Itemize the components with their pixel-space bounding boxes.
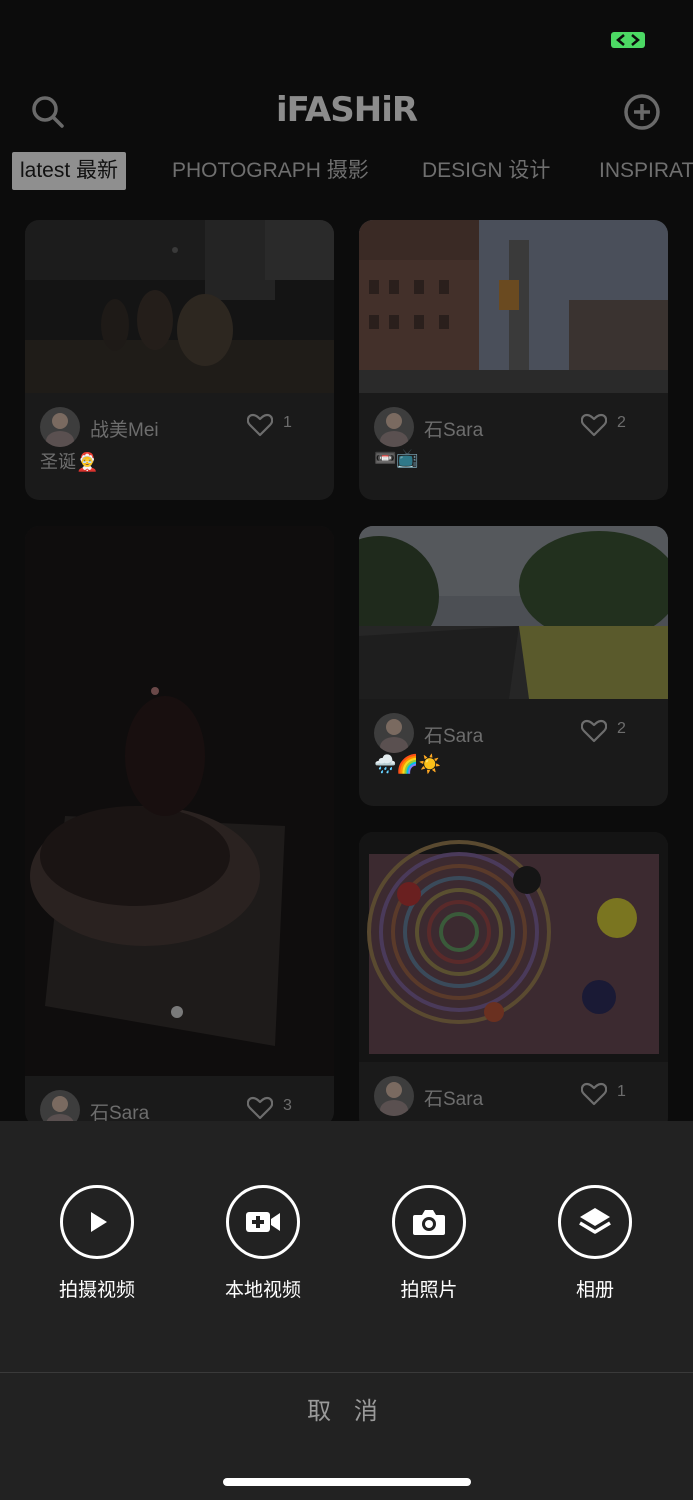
post-caption: 📼📺 (374, 448, 419, 468)
layers-icon (579, 1208, 611, 1234)
like-count: 1 (283, 414, 292, 431)
like-count: 2 (617, 414, 626, 431)
post-photo (359, 220, 668, 393)
post-photo (359, 526, 668, 699)
app-root: iFASHiR latest 最新 PHOTOGRAPH 摄影 DESIGN 设… (0, 0, 693, 1500)
home-indicator[interactable] (223, 1478, 471, 1486)
like-count: 1 (617, 1083, 626, 1100)
plus-circle-icon (624, 94, 660, 130)
feed-card[interactable]: 石Sara 1 (359, 832, 668, 1132)
heart-icon[interactable] (581, 1082, 607, 1106)
like-count: 3 (283, 1097, 292, 1114)
action-label: 本地视频 (224, 1280, 301, 1301)
action-icon-circle (392, 1185, 466, 1259)
post-photo (25, 220, 334, 393)
post-photo (359, 832, 668, 1062)
action-sheet: 拍摄视频 本地视频 拍照片 相册 取 消 (0, 1121, 693, 1500)
add-post-button[interactable] (622, 92, 662, 132)
tab-design[interactable]: DESIGN 设计 (422, 152, 550, 190)
author-name[interactable]: 石Sara (424, 721, 483, 748)
tab-photograph[interactable]: PHOTOGRAPH 摄影 (172, 152, 369, 190)
heart-icon[interactable] (247, 1096, 273, 1120)
album-button[interactable]: 相册 (535, 1185, 655, 1302)
heart-icon[interactable] (247, 413, 273, 437)
post-meta: 石Sara 2 🌧️🌈☀️ (359, 699, 668, 779)
app-logo: iFASHiR (275, 90, 418, 130)
local-video-button[interactable]: 本地视频 (203, 1185, 323, 1302)
tab-inspiration[interactable]: INSPIRAT (599, 152, 693, 190)
feed-card[interactable]: 石Sara 2 📼📺 (359, 220, 668, 500)
play-icon (91, 1212, 107, 1232)
avatar[interactable] (374, 713, 414, 753)
action-icon-circle (558, 1185, 632, 1259)
post-caption: 🌧️🌈☀️ (374, 754, 442, 774)
battery-icon (611, 32, 645, 48)
take-photo-button[interactable]: 拍照片 (369, 1185, 489, 1302)
action-label: 拍照片 (400, 1280, 458, 1301)
category-tabs: latest 最新 PHOTOGRAPH 摄影 DESIGN 设计 INSPIR… (0, 152, 693, 192)
video-camera-icon (246, 1212, 280, 1232)
avatar[interactable] (40, 407, 80, 447)
author-name[interactable]: 石Sara (424, 1084, 483, 1111)
action-label: 拍摄视频 (58, 1280, 135, 1301)
tab-latest[interactable]: latest 最新 (12, 152, 127, 190)
action-label: 相册 (575, 1280, 614, 1301)
camera-icon (413, 1210, 445, 1235)
action-icon-circle (60, 1185, 134, 1259)
cancel-button[interactable]: 取 消 (0, 1391, 693, 1426)
post-caption: 圣诞🤶 (40, 452, 99, 472)
action-icon-circle (226, 1185, 300, 1259)
author-name[interactable]: 石Sara (424, 415, 483, 442)
feed-card[interactable]: 战美Mei 1 圣诞🤶 (25, 220, 334, 500)
post-photo (25, 526, 334, 1076)
post-meta: 石Sara 2 📼📺 (359, 393, 668, 473)
divider (0, 1372, 693, 1373)
avatar[interactable] (374, 1076, 414, 1116)
top-header: iFASHiR (0, 80, 693, 144)
feed-card[interactable]: 石Sara 2 🌧️🌈☀️ (359, 526, 668, 806)
heart-icon[interactable] (581, 719, 607, 743)
post-meta: 石Sara 3 (25, 1076, 334, 1126)
feed-card[interactable]: 石Sara 3 (25, 526, 334, 1126)
post-meta: 战美Mei 1 圣诞🤶 (25, 393, 334, 473)
heart-icon[interactable] (581, 413, 607, 437)
avatar[interactable] (374, 407, 414, 447)
record-video-button[interactable]: 拍摄视频 (37, 1185, 157, 1302)
author-name[interactable]: 战美Mei (90, 415, 159, 442)
like-count: 2 (617, 720, 626, 737)
